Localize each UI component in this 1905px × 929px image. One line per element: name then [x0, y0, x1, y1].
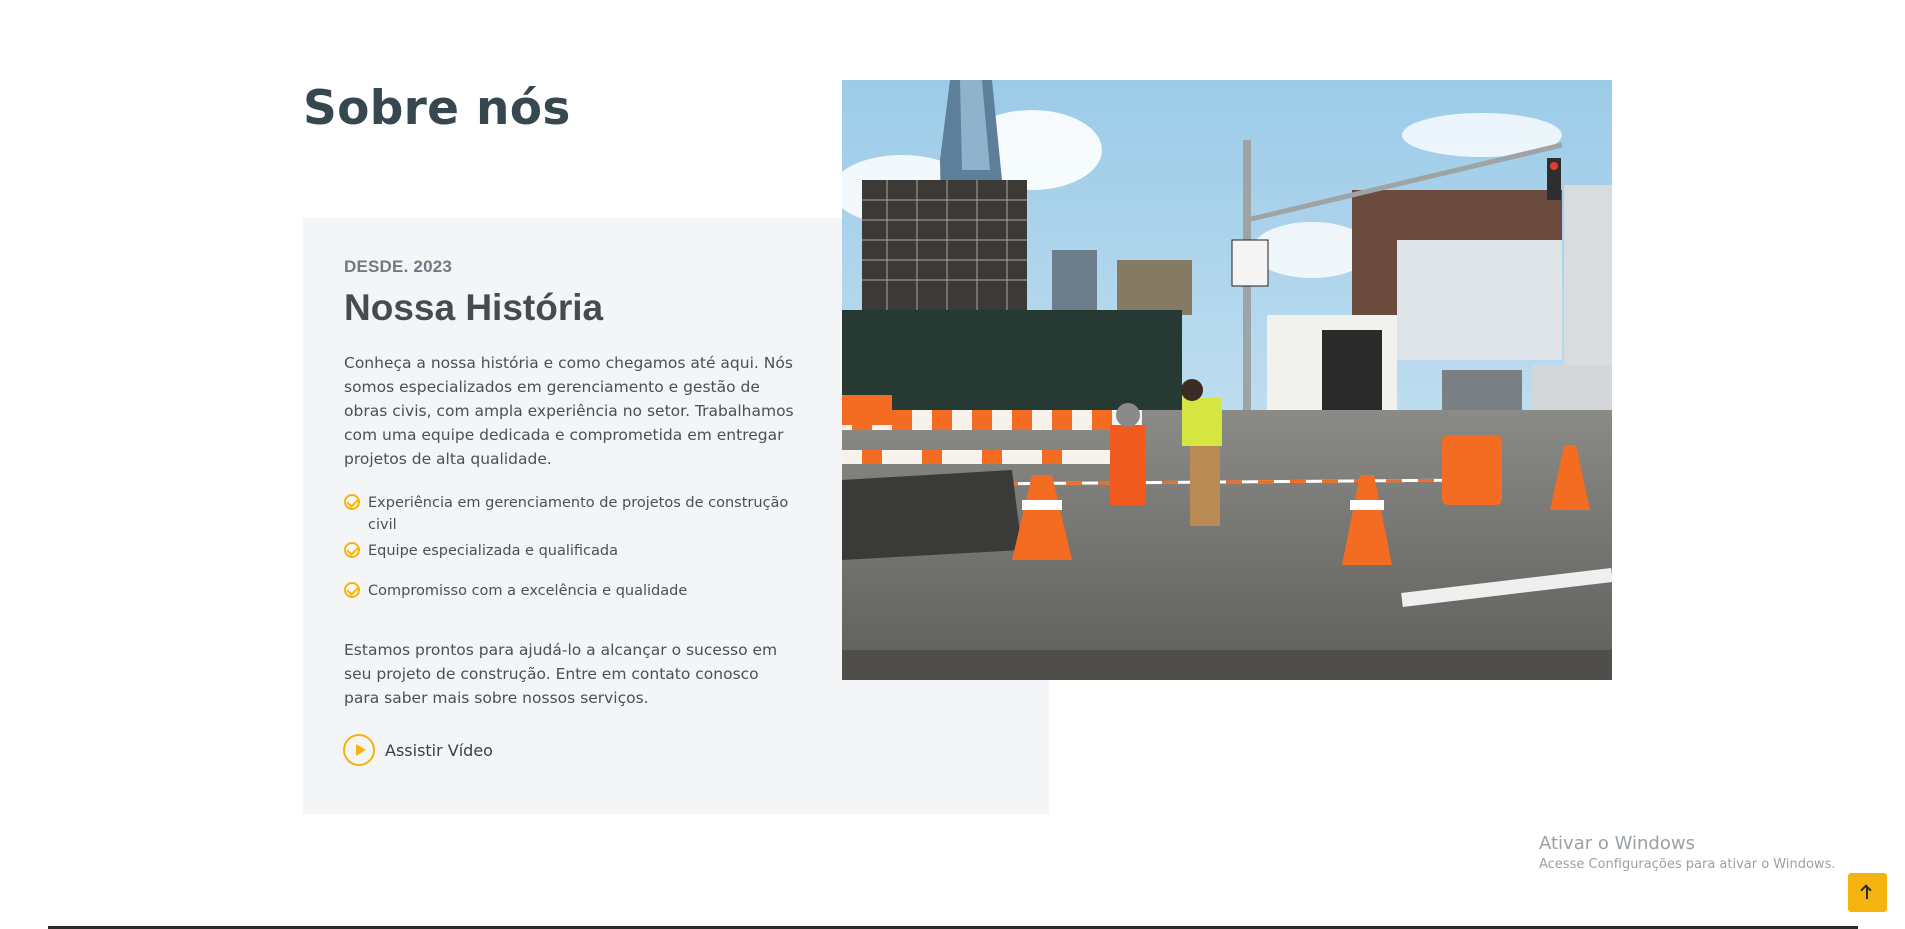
watermark-subtitle: Acesse Configurações para ativar o Windo…	[1539, 857, 1836, 872]
feature-label: Compromisso com a excelência e qualidade	[368, 583, 688, 599]
watch-video-label[interactable]: Assistir Vídeo	[385, 741, 493, 760]
watch-video-link[interactable]: Assistir Vídeo	[343, 734, 493, 766]
check-circle-icon	[344, 542, 360, 558]
since-label: DESDE. 2023	[344, 257, 453, 276]
feature-item: Compromisso com a excelência e qualidade	[344, 580, 794, 602]
watermark-title: Ativar o Windows	[1539, 833, 1695, 854]
story-paragraph-intro: Conheça a nossa história e como chegamos…	[344, 354, 794, 468]
windows-activation-watermark: Ativar o Windows Acesse Configurações pa…	[1539, 832, 1835, 874]
story-title: Nossa História	[344, 287, 604, 328]
feature-label: Equipe especializada e qualificada	[368, 543, 619, 559]
story-paragraph-cta: Estamos prontos para ajudá-lo a alcançar…	[344, 641, 778, 707]
construction-site-photo	[842, 80, 1612, 680]
feature-item: Equipe especializada e qualificada	[344, 540, 794, 562]
section-title: Sobre nós	[303, 81, 571, 136]
play-circle-icon[interactable]	[343, 734, 375, 766]
feature-item: Experiência em gerenciamento de projetos…	[344, 492, 794, 533]
feature-list: Experiência em gerenciamento de projetos…	[344, 492, 794, 602]
check-circle-icon	[344, 494, 360, 510]
back-to-top-button[interactable]	[1848, 873, 1887, 912]
feature-label: Experiência em gerenciamento de projetos…	[368, 495, 789, 533]
check-circle-icon	[344, 582, 360, 598]
